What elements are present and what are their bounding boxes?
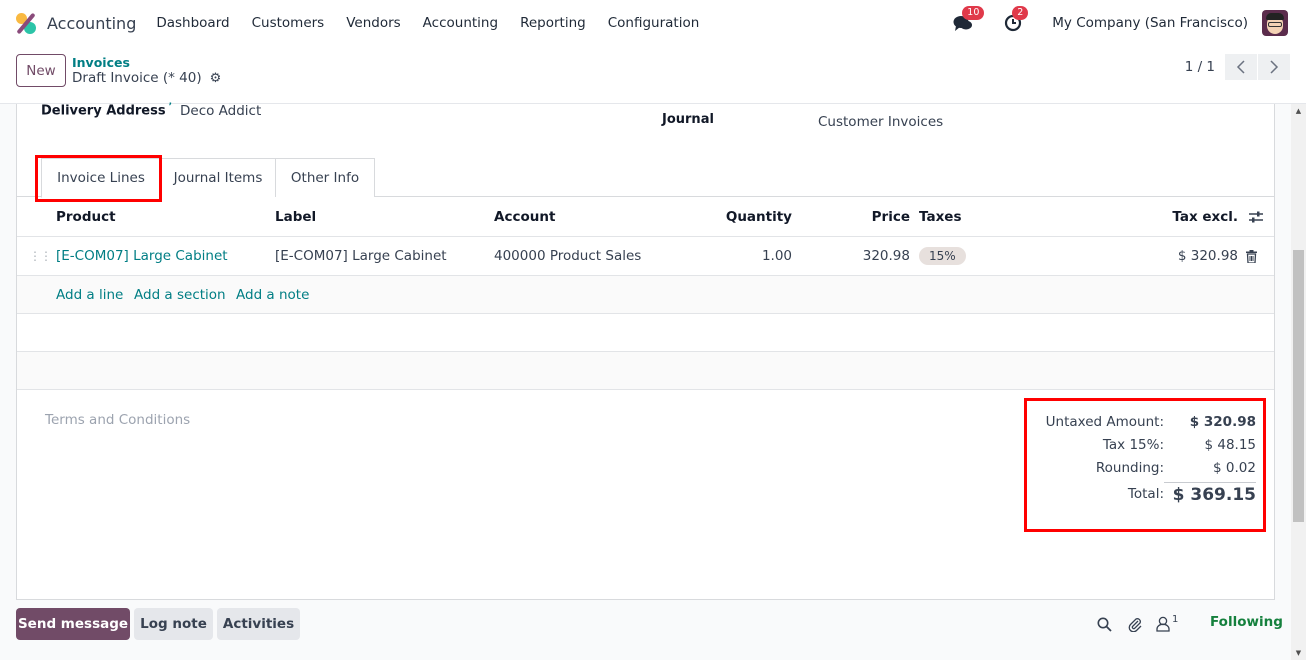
breadcrumb-current: Draft Invoice (* 40) ⚙ (72, 70, 221, 86)
search-icon (1097, 617, 1112, 632)
lines-header-row: Product Label Account Quantity Price Tax… (17, 197, 1274, 237)
paperclip-icon (1128, 618, 1142, 632)
log-note-button[interactable]: Log note (134, 608, 213, 640)
empty-row (17, 352, 1274, 390)
activities-button[interactable]: 2 (1002, 6, 1029, 34)
col-label[interactable]: Label (275, 197, 316, 236)
untaxed-amount-label: Untaxed Amount: (1045, 414, 1164, 430)
total-row: Total: $ 369.15 (1040, 482, 1256, 505)
company-switcher[interactable]: My Company (San Francisco) (1052, 15, 1248, 31)
col-taxes[interactable]: Taxes (919, 197, 961, 236)
messages-badge: 10 (962, 6, 985, 20)
total-value: $ 369.15 (1164, 482, 1256, 505)
app-name: Accounting (47, 13, 137, 33)
send-message-button[interactable]: Send message (16, 608, 130, 640)
user-avatar[interactable] (1262, 10, 1288, 36)
delete-line-button[interactable] (1246, 237, 1257, 275)
tab-journal-items[interactable]: Journal Items (160, 158, 276, 197)
tax-value: $ 48.15 (1204, 437, 1256, 453)
help-tooltip-icon[interactable]: ’ (169, 102, 172, 112)
top-navbar: Accounting Dashboard Customers Vendors A… (0, 0, 1306, 46)
drag-handle-icon[interactable]: ⋮⋮ (29, 237, 52, 275)
attachments-button[interactable] (1127, 613, 1143, 635)
empty-row (17, 314, 1274, 352)
rounding-value: $ 0.02 (1213, 460, 1256, 476)
line-product[interactable]: [E-COM07] Large Cabinet (56, 237, 228, 275)
delivery-address-label: Delivery Address’ (41, 102, 173, 119)
line-label[interactable]: [E-COM07] Large Cabinet (275, 237, 447, 275)
notebook-tabs: Invoice Lines Journal Items Other Info (17, 158, 1274, 198)
menu-reporting[interactable]: Reporting (520, 15, 586, 31)
total-label: Total: (1127, 486, 1164, 502)
optional-columns-toggle[interactable] (1249, 197, 1263, 236)
tab-invoice-lines[interactable]: Invoice Lines (41, 158, 161, 198)
menu-accounting[interactable]: Accounting (423, 15, 498, 31)
activities-button[interactable]: Activities (217, 608, 300, 640)
totals-divider (1040, 398, 1256, 399)
page-scrollbar[interactable]: ▲ ▼ (1291, 104, 1306, 660)
col-tax-excl[interactable]: Tax excl. (1117, 197, 1238, 236)
menu-configuration[interactable]: Configuration (608, 15, 700, 31)
tax-tag: 15% (919, 247, 966, 265)
control-panel: New Invoices Draft Invoice (* 40) ⚙ 1 / … (0, 46, 1306, 104)
col-quantity[interactable]: Quantity (697, 197, 792, 236)
menu-customers[interactable]: Customers (252, 15, 325, 31)
user-icon (1156, 616, 1170, 632)
pager-next-button[interactable] (1258, 54, 1290, 80)
line-price[interactable]: 320.98 (817, 237, 910, 275)
tax-row: Tax 15%: $ 48.15 (1040, 437, 1256, 453)
gear-icon[interactable]: ⚙ (210, 71, 222, 86)
main-menu: Dashboard Customers Vendors Accounting R… (156, 15, 721, 31)
add-line-link[interactable]: Add a line (56, 276, 123, 313)
journal-label: Journal (662, 112, 714, 127)
line-account[interactable]: 400000 Product Sales (494, 237, 641, 275)
untaxed-amount-value: $ 320.98 (1189, 414, 1256, 430)
sliders-icon (1249, 211, 1263, 222)
app-brand[interactable]: Accounting (15, 12, 156, 35)
scroll-down-arrow-icon[interactable]: ▼ (1291, 646, 1306, 660)
col-product[interactable]: Product (56, 197, 116, 236)
chevron-left-icon (1236, 60, 1245, 74)
search-messages-button[interactable] (1097, 613, 1112, 635)
col-account[interactable]: Account (494, 197, 555, 236)
line-taxes[interactable]: 15% (919, 237, 966, 275)
invoice-line-row[interactable]: ⋮⋮ [E-COM07] Large Cabinet [E-COM07] Lar… (17, 237, 1274, 276)
journal-field[interactable]: Customer Invoices (818, 114, 943, 130)
rounding-label: Rounding: (1095, 460, 1164, 476)
pager-previous-button[interactable] (1225, 54, 1257, 80)
odoo-logo-icon (15, 12, 37, 35)
add-note-link[interactable]: Add a note (236, 276, 309, 313)
line-subtotal: $ 320.98 (1177, 248, 1238, 264)
delivery-address-field[interactable]: Deco Addict (180, 103, 261, 119)
tax-label: Tax 15%: (1102, 437, 1164, 453)
record-title: Draft Invoice (* 40) (72, 70, 202, 86)
form-sheet: Delivery Address’ Deco Addict Journal Cu… (16, 102, 1275, 600)
scroll-up-arrow-icon[interactable]: ▲ (1291, 104, 1306, 118)
messages-button[interactable]: 10 (952, 6, 985, 34)
line-quantity[interactable]: 1.00 (697, 237, 792, 275)
pager-value[interactable]: 1 / 1 (1185, 59, 1215, 75)
followers-count: 1 (1172, 613, 1179, 625)
activities-badge: 2 (1012, 6, 1029, 20)
chevron-right-icon (1270, 60, 1279, 74)
pager: 1 / 1 (1185, 54, 1290, 80)
add-line-row: Add a line Add a section Add a note (17, 276, 1274, 314)
menu-vendors[interactable]: Vendors (346, 15, 400, 31)
trash-icon (1246, 249, 1257, 263)
terms-conditions-input[interactable]: Terms and Conditions (45, 412, 190, 428)
col-price[interactable]: Price (817, 197, 910, 236)
tab-other-info[interactable]: Other Info (275, 158, 375, 197)
new-button[interactable]: New (16, 54, 66, 87)
rounding-row: Rounding: $ 0.02 (1040, 460, 1256, 476)
untaxed-amount-row: Untaxed Amount: $ 320.98 (1040, 414, 1256, 430)
menu-dashboard[interactable]: Dashboard (156, 15, 229, 31)
add-section-link[interactable]: Add a section (134, 276, 226, 313)
followers-button[interactable]: 1 (1156, 613, 1178, 635)
following-button[interactable]: Following (1210, 614, 1283, 630)
breadcrumb-invoices[interactable]: Invoices (72, 55, 130, 70)
scrollbar-thumb[interactable] (1293, 250, 1304, 522)
